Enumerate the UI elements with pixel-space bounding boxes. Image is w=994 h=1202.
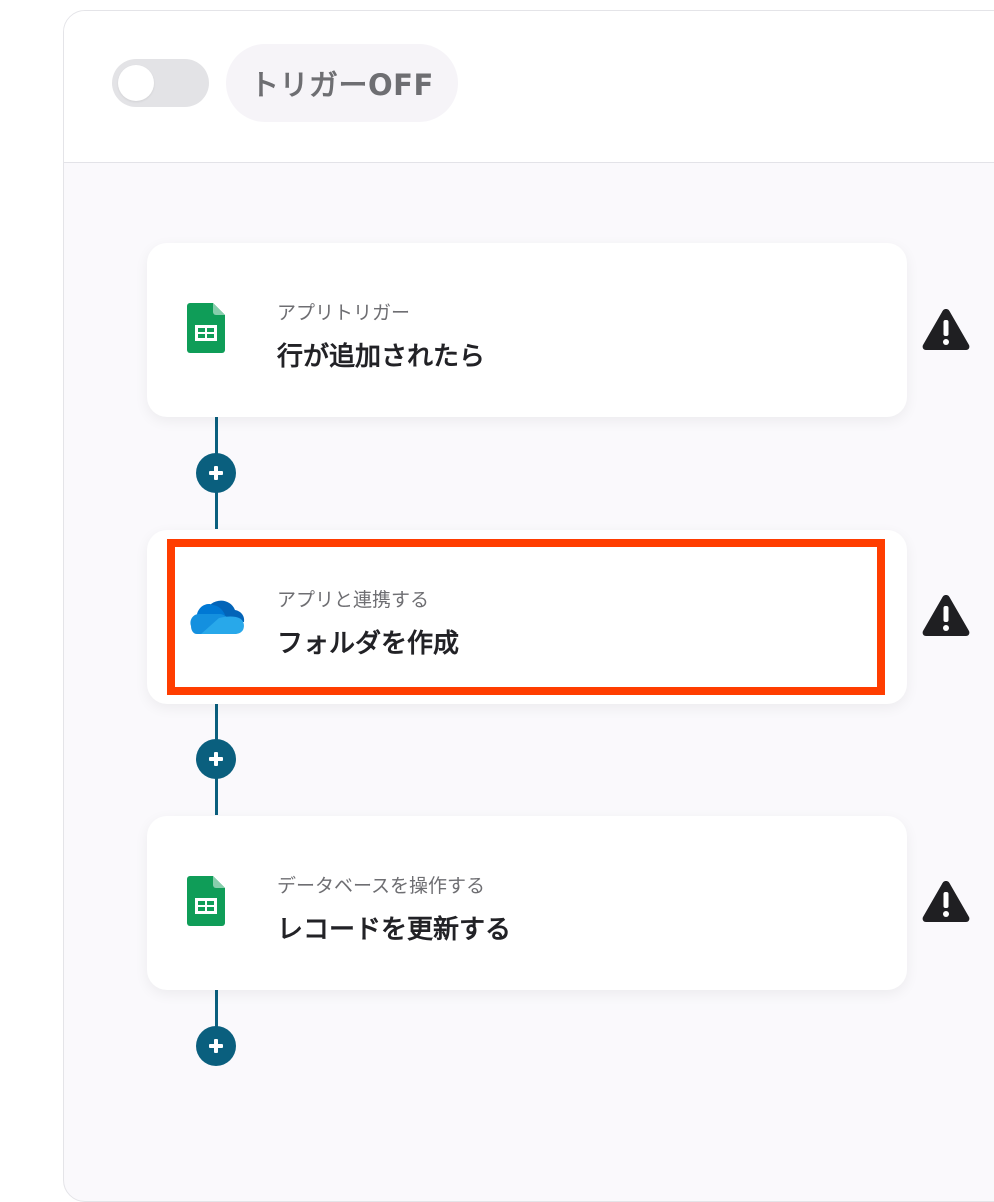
- warning-triangle-icon[interactable]: [921, 879, 971, 923]
- google-sheets-icon: [187, 303, 225, 353]
- flow-header: トリガーOFF: [64, 11, 994, 163]
- trigger-toggle[interactable]: [112, 59, 209, 107]
- add-step-button[interactable]: [196, 739, 236, 779]
- step-title: レコードを更新する: [277, 915, 512, 945]
- warning-triangle-icon[interactable]: [921, 307, 971, 351]
- flow-step-card-onedrive[interactable]: アプリと連携する フォルダを作成: [147, 530, 907, 704]
- flow-step-card-database[interactable]: データベースを操作する レコードを更新する: [147, 816, 907, 990]
- trigger-status-badge: トリガーOFF: [226, 44, 458, 122]
- selection-highlight: [167, 539, 885, 695]
- toggle-knob: [118, 65, 154, 101]
- step-title: フォルダを作成: [277, 629, 460, 659]
- google-sheets-icon: [187, 876, 225, 926]
- warning-triangle-icon[interactable]: [921, 593, 971, 637]
- trigger-status-label: トリガーOFF: [250, 68, 434, 102]
- add-step-button[interactable]: [196, 453, 236, 493]
- step-category-label: アプリと連携する: [277, 589, 430, 611]
- onedrive-icon: [190, 600, 245, 634]
- add-step-button[interactable]: [196, 1026, 236, 1066]
- step-category-label: データベースを操作する: [277, 875, 486, 897]
- flow-editor-panel: トリガーOFF アプリトリガー 行が追加されたら アプリと連携する フォルダを作…: [63, 10, 994, 1202]
- step-title: 行が追加されたら: [277, 342, 486, 372]
- step-category-label: アプリトリガー: [277, 302, 411, 324]
- flow-step-card-trigger[interactable]: アプリトリガー 行が追加されたら: [147, 243, 907, 417]
